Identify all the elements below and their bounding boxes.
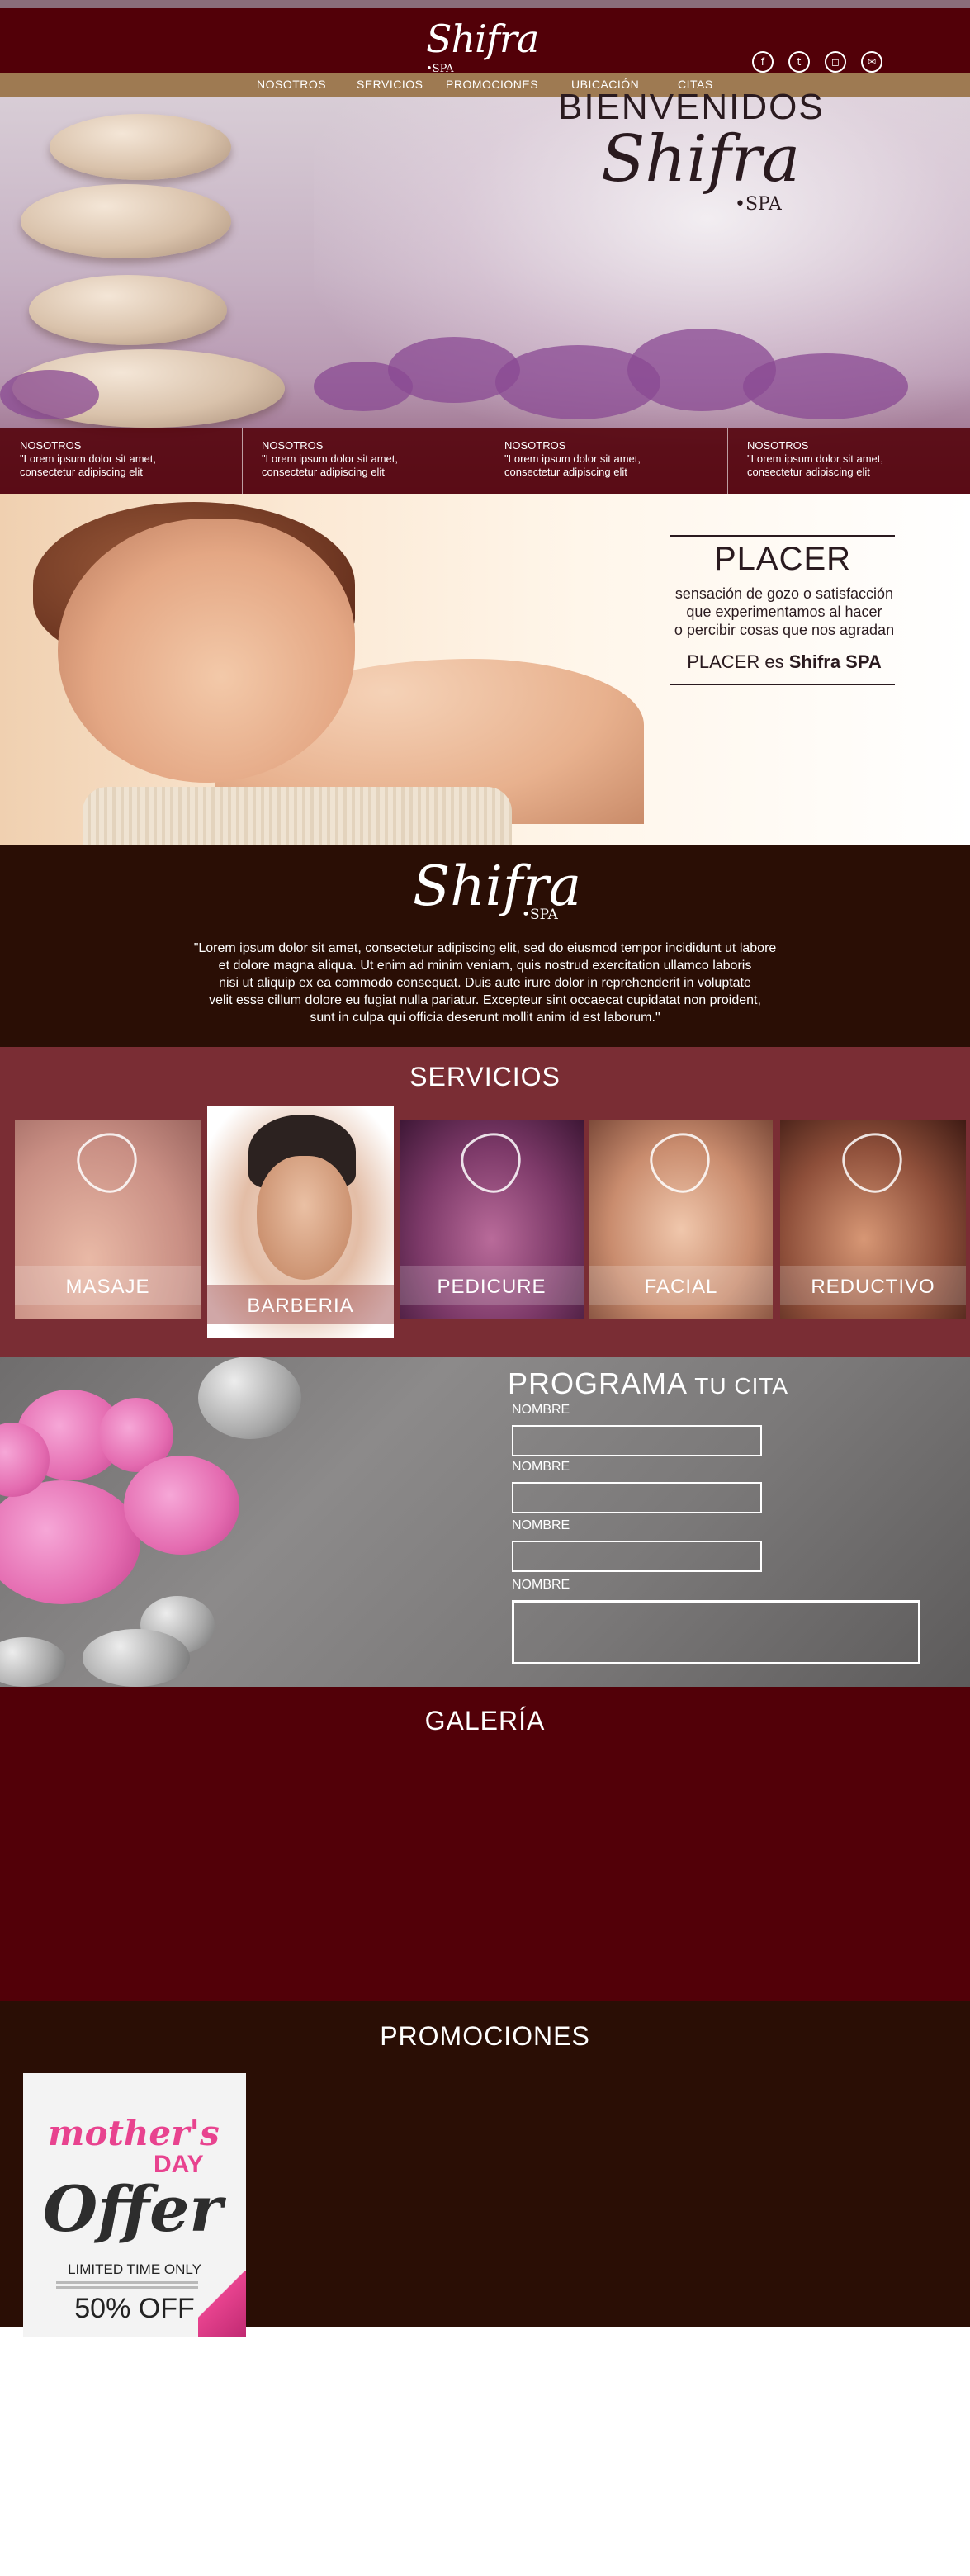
promo-offer-text: Offer	[43, 2172, 223, 2246]
feature-text: consectetur adipiscing elit	[747, 466, 870, 478]
about-text: "Lorem ipsum dolor sit amet, consectetur…	[116, 940, 854, 1026]
service-label: REDUCTIVO	[811, 1276, 935, 1298]
promo-card[interactable]: mother's DAY Offer LIMITED TIME ONLY 50%…	[23, 2073, 246, 2337]
name-field[interactable]	[512, 1482, 762, 1513]
woman-face-image	[58, 519, 355, 783]
name-field[interactable]	[512, 1425, 762, 1456]
about-line: sunt in culpa qui officia deserunt molli…	[310, 1011, 660, 1025]
lotus-icon	[65, 1120, 150, 1204]
twitter-icon[interactable]: t	[788, 51, 810, 73]
service-label: FACIAL	[644, 1276, 718, 1298]
feature-item[interactable]: NOSOTROS "Lorem ipsum dolor sit amet, co…	[727, 428, 970, 494]
lavender-image	[743, 353, 908, 419]
feature-title: NOSOTROS	[20, 439, 82, 452]
divider	[670, 684, 895, 685]
fine-print-line	[56, 2286, 213, 2289]
feature-text: "Lorem ipsum dolor sit amet,	[262, 452, 399, 465]
about-line: et dolore magna aliqua. Ut enim ad minim…	[218, 959, 752, 973]
divider	[670, 535, 895, 537]
flower-image	[0, 1480, 140, 1604]
flower-image	[124, 1456, 239, 1555]
service-label: MASAJE	[65, 1276, 150, 1298]
nav-item-servicios[interactable]: SERVICIOS	[357, 78, 423, 91]
placer-tag-prefix: PLACER es	[687, 651, 789, 672]
appointment-title-main: PROGRAMA	[508, 1366, 688, 1400]
promotions-title: PROMOCIONES	[380, 2021, 590, 2051]
promo-mothers-text: mother's	[48, 2113, 220, 2153]
placer-description: sensación de gozo o satisfacción que exp…	[644, 585, 925, 639]
feature-text: "Lorem ipsum dolor sit amet,	[504, 452, 641, 465]
stone-image	[50, 114, 231, 180]
feature-item[interactable]: NOSOTROS "Lorem ipsum dolor sit amet, co…	[242, 428, 485, 494]
logo-wordmark: Shifra	[426, 17, 539, 61]
field-label: NOMBRE	[512, 1518, 570, 1532]
instagram-icon[interactable]: ◻	[825, 51, 846, 73]
placer-title: PLACER	[713, 541, 852, 577]
drop-icon	[830, 1120, 916, 1204]
field-label: NOMBRE	[512, 1460, 570, 1474]
feature-text: consectetur adipiscing elit	[504, 466, 627, 478]
feature-title: NOSOTROS	[747, 439, 809, 452]
lavender-image	[0, 370, 99, 419]
pebble-image	[0, 1637, 66, 1687]
feature-item[interactable]: NOSOTROS "Lorem ipsum dolor sit amet, co…	[0, 428, 242, 494]
service-label: PEDICURE	[437, 1276, 547, 1298]
flower-icon	[639, 1120, 723, 1204]
feature-text: consectetur adipiscing elit	[20, 466, 143, 478]
header-logo[interactable]: Shifra •SPA	[426, 17, 550, 75]
service-card-facial[interactable]: FACIAL	[589, 1120, 773, 1319]
service-card-pedicure[interactable]: PEDICURE	[400, 1120, 584, 1319]
feature-item[interactable]: NOSOTROS "Lorem ipsum dolor sit amet, co…	[485, 428, 727, 494]
leaf-icon	[449, 1120, 534, 1204]
nav-item-nosotros[interactable]: NOSOTROS	[257, 78, 326, 91]
service-label: BARBERIA	[247, 1295, 354, 1317]
about-logo-sub: •SPA	[522, 907, 558, 923]
service-card-masaje[interactable]: MASAJE	[15, 1120, 201, 1319]
top-strip	[0, 0, 970, 8]
placer-desc-line: o percibir cosas que nos agradan	[674, 622, 895, 638]
stone-image	[21, 184, 231, 258]
stone-image	[29, 275, 227, 345]
hero-logo: Shifra	[601, 122, 801, 197]
service-card-barberia[interactable]: BARBERIA	[207, 1106, 394, 1338]
about-line: "Lorem ipsum dolor sit amet, consectetur…	[193, 941, 777, 955]
feature-title: NOSOTROS	[504, 439, 566, 452]
placer-desc-line: que experimentamos al hacer	[686, 604, 882, 620]
about-line: velit esse cillum dolore eu fugiat nulla…	[209, 993, 761, 1007]
field-label: NOMBRE	[512, 1578, 570, 1592]
feature-text: "Lorem ipsum dolor sit amet,	[20, 452, 157, 465]
page-curl-decoration	[198, 2271, 246, 2337]
man-face-image	[257, 1156, 352, 1280]
message-field[interactable]	[512, 1600, 920, 1664]
main-nav: NOSOTROS SERVICIOS PROMOCIONES UBICACIÓN…	[0, 73, 970, 97]
pebble-image	[83, 1629, 190, 1687]
feature-bar: NOSOTROS "Lorem ipsum dolor sit amet, co…	[0, 428, 970, 494]
feature-title: NOSOTROS	[262, 439, 324, 452]
pebble-image	[198, 1357, 301, 1439]
name-field[interactable]	[512, 1541, 762, 1572]
services-title: SERVICIOS	[409, 1062, 561, 1091]
appointment-title: PROGRAMA TU CITA	[508, 1366, 788, 1401]
towel-image	[83, 787, 512, 845]
facebook-icon[interactable]: f	[752, 51, 774, 73]
service-card-reductivo[interactable]: REDUCTIVO	[780, 1120, 966, 1319]
nav-item-promociones[interactable]: PROMOCIONES	[446, 78, 538, 91]
header: Shifra •SPA f t ◻ ✉	[0, 8, 970, 75]
placer-desc-line: sensación de gozo o satisfacción	[674, 585, 894, 602]
field-label: NOMBRE	[512, 1403, 570, 1417]
fine-print-line	[56, 2281, 213, 2284]
email-icon[interactable]: ✉	[861, 51, 882, 73]
placer-tag-brand: Shifra SPA	[788, 651, 882, 672]
feature-text: "Lorem ipsum dolor sit amet,	[747, 452, 884, 465]
placer-tagline: PLACER es Shifra SPA	[644, 651, 925, 673]
gallery-title: GALERÍA	[424, 1706, 546, 1735]
feature-text: consectetur adipiscing elit	[262, 466, 385, 478]
appointment-title-sub: TU CITA	[688, 1373, 789, 1399]
hero-logo-sub: •SPA	[735, 194, 782, 215]
about-line: nisi ut aliquip ex ea commodo consequat.…	[219, 976, 751, 990]
